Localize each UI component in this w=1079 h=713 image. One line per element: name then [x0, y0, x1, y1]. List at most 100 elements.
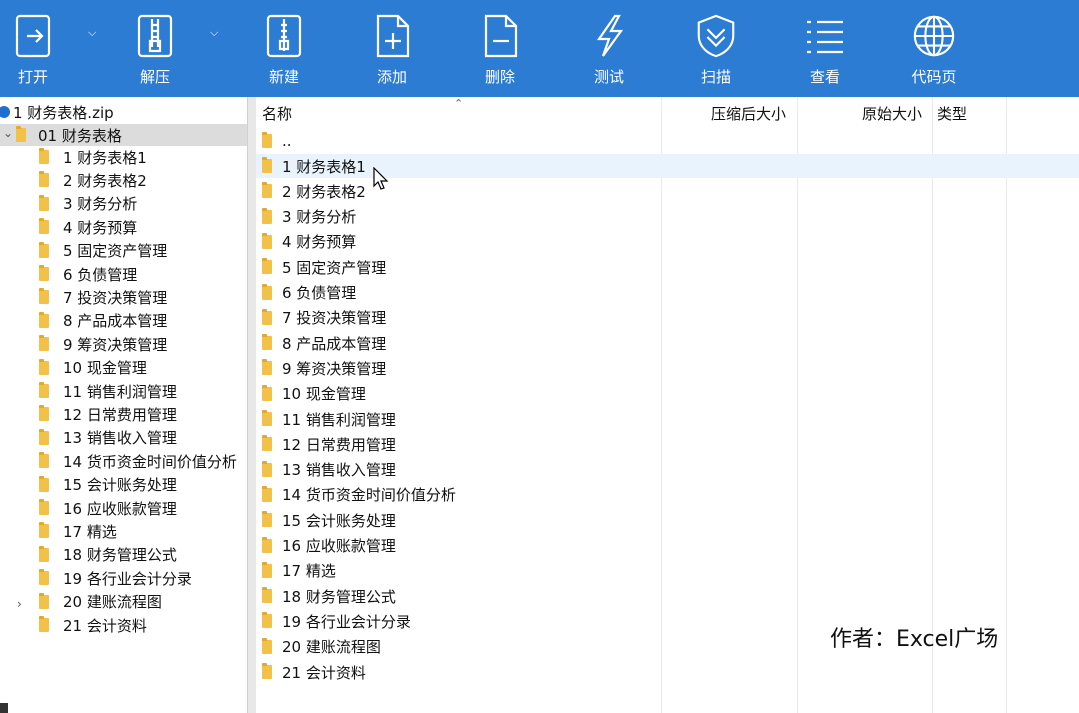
tree-item[interactable]: 17 精选: [39, 520, 117, 542]
tree-item-label: 5 固定资产管理: [63, 242, 168, 261]
list-item[interactable]: 1 财务表格1: [262, 154, 366, 178]
codepage-globe-icon: [911, 6, 957, 66]
tree-item[interactable]: 20 建账流程图: [39, 591, 162, 613]
list-item[interactable]: 16 应收账款管理: [262, 534, 396, 558]
open-dropdown-chevron-icon[interactable]: ⌵: [88, 26, 96, 40]
list-item[interactable]: 7 投资决策管理: [262, 306, 386, 330]
tree-item[interactable]: 14 货币资金时间价值分析: [39, 450, 237, 472]
column-header-original[interactable]: 原始大小: [862, 101, 922, 125]
new-button[interactable]: 新建: [259, 0, 309, 97]
list-item[interactable]: 13 销售收入管理: [262, 458, 396, 482]
tree-item[interactable]: 13 销售收入管理: [39, 427, 177, 449]
list-item[interactable]: 6 负债管理: [262, 281, 356, 305]
codepage-label: 代码页: [911, 68, 957, 86]
list-item[interactable]: 18 财务管理公式: [262, 584, 396, 608]
folder-icon: [262, 157, 272, 173]
list-item[interactable]: 15 会计账务处理: [262, 508, 396, 532]
list-item[interactable]: 14 货币资金时间价值分析: [262, 483, 456, 507]
column-divider[interactable]: [797, 97, 798, 713]
list-item[interactable]: 9 筹资决策管理: [262, 356, 386, 380]
list-item-label: 5 固定资产管理: [282, 258, 387, 277]
extract-button[interactable]: 解压: [130, 0, 180, 97]
collapse-chevron-icon[interactable]: ⌄: [3, 126, 13, 140]
list-item-parent[interactable]: ..: [262, 129, 292, 153]
tree-item[interactable]: 3 财务分析: [39, 193, 137, 215]
tree-item[interactable]: 4 财务预算: [39, 216, 137, 238]
tree-item-label: 11 销售利润管理: [63, 382, 177, 401]
column-header-name[interactable]: 名称: [262, 101, 292, 125]
folder-icon: [262, 308, 272, 325]
tree-item-label: 4 财务预算: [63, 218, 138, 237]
archive-globe-icon: [0, 106, 10, 118]
add-button[interactable]: 添加: [367, 0, 417, 97]
scan-label: 扫描: [700, 68, 731, 86]
expand-chevron-icon[interactable]: ›: [17, 597, 22, 611]
list-item[interactable]: 20 建账流程图: [262, 635, 381, 659]
column-original-label: 原始大小: [862, 104, 923, 123]
delete-file-icon: [477, 6, 523, 66]
list-item[interactable]: 11 销售利润管理: [262, 407, 396, 431]
extract-dropdown-chevron-icon[interactable]: ⌵: [210, 26, 218, 40]
tree-item-label: 15 会计账务处理: [63, 476, 177, 495]
tree-item[interactable]: 8 产品成本管理: [39, 310, 167, 332]
list-item[interactable]: 12 日常费用管理: [262, 432, 396, 456]
list-item[interactable]: 5 固定资产管理: [262, 255, 386, 279]
list-item[interactable]: 17 精选: [262, 559, 336, 583]
list-item[interactable]: 21 会计资料: [262, 660, 366, 684]
folder-icon: [39, 592, 49, 609]
folder-icon: [39, 311, 49, 328]
tree-item[interactable]: 9 筹资决策管理: [39, 333, 167, 355]
test-button[interactable]: 测试: [584, 0, 634, 97]
list-item[interactable]: 2 财务表格2: [262, 179, 366, 203]
tree-item[interactable]: 16 应收账款管理: [39, 497, 177, 519]
tree-item[interactable]: 12 日常费用管理: [39, 403, 177, 425]
tree-item-label: 18 财务管理公式: [63, 546, 177, 565]
list-item-label: 16 应收账款管理: [282, 537, 396, 555]
tree-item[interactable]: 5 固定资产管理: [39, 240, 167, 262]
tree-item[interactable]: 7 投资决策管理: [39, 286, 167, 308]
list-item[interactable]: 19 各行业会计分录: [262, 609, 411, 633]
view-button[interactable]: 查看: [800, 0, 850, 97]
delete-button[interactable]: 删除: [475, 0, 525, 97]
folder-tree[interactable]: 1 财务表格.zip ⌄ 01 财务表格 1 财务表格1 2 财务表格2 3 财务分…: [0, 97, 247, 713]
list-item[interactable]: 4 财务预算: [262, 230, 356, 254]
list-item-label: 15 会计账务处理: [282, 511, 396, 530]
tree-item[interactable]: 11 销售利润管理: [39, 380, 177, 402]
list-item-label: 2 财务表格2: [282, 182, 366, 201]
tree-item[interactable]: 15 会计账务处理: [39, 474, 177, 496]
tree-item-label: 7 投资决策管理: [63, 288, 168, 307]
folder-icon: [262, 207, 272, 224]
folder-icon: [39, 452, 49, 469]
tree-item[interactable]: 6 负债管理: [39, 263, 137, 285]
folder-icon: [262, 435, 272, 452]
codepage-button[interactable]: 代码页: [903, 0, 965, 97]
tree-item[interactable]: 21 会计资料: [39, 614, 147, 636]
column-divider[interactable]: [1006, 97, 1007, 713]
tree-item-label: 3 财务分析: [63, 195, 138, 214]
folder-icon: [39, 335, 49, 352]
scan-button[interactable]: 扫描: [688, 0, 744, 97]
folder-icon: [262, 384, 272, 401]
folder-icon: [39, 428, 49, 445]
tree-item[interactable]: 10 现金管理: [39, 357, 147, 379]
tree-root-archive[interactable]: 1 财务表格.zip: [0, 102, 114, 122]
column-divider[interactable]: [661, 97, 662, 713]
list-item[interactable]: 3 财务分析: [262, 205, 356, 229]
open-button[interactable]: 打开: [8, 0, 58, 97]
column-header-compressed[interactable]: 压缩后大小: [711, 101, 786, 125]
list-item[interactable]: 10 现金管理: [262, 382, 366, 406]
tree-item-label: 12 日常费用管理: [63, 405, 177, 424]
tree-item[interactable]: 18 财务管理公式: [39, 544, 177, 566]
tree-item-selected[interactable]: 01 财务表格: [16, 124, 122, 146]
tree-item[interactable]: 19 各行业会计分录: [39, 567, 192, 589]
folder-icon: [39, 358, 49, 375]
list-item[interactable]: 8 产品成本管理: [262, 331, 386, 355]
folder-icon: [262, 485, 272, 502]
folder-icon: [262, 232, 272, 249]
tree-item[interactable]: 2 财务表格2: [39, 169, 147, 191]
tree-item[interactable]: 1 财务表格1: [39, 146, 147, 168]
column-header-type[interactable]: 类型: [937, 101, 967, 125]
folder-icon: [262, 561, 272, 578]
delete-label: 删除: [484, 68, 515, 86]
mouse-cursor-icon: [373, 167, 389, 190]
